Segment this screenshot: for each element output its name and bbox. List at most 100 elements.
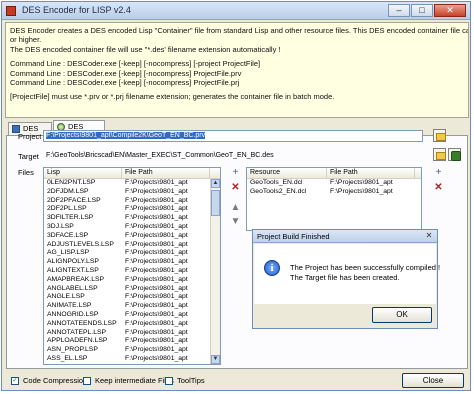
info-line: Command Line : DESCoder.exe [-keep] [-no… xyxy=(10,68,242,78)
file-path-cell: F:\Projects\9801_apt xyxy=(125,337,188,345)
file-name-cell: 3DFACE.LSP xyxy=(47,231,89,239)
info-line: Command Line : DESCoder.exe [-keep] [-no… xyxy=(10,59,261,69)
file-name-cell: ASN_PROP.LSP xyxy=(47,346,98,354)
table-row[interactable]: APPLOADEFN.LSP F:\Projects\9801_apt xyxy=(44,337,220,346)
file-path-cell: F:\Projects\9801_apt xyxy=(122,364,210,365)
table-row[interactable]: ALIGNTEXT.LSP F:\Projects\9801_apt xyxy=(44,267,220,276)
ok-button[interactable]: OK xyxy=(372,307,432,323)
build-icon[interactable] xyxy=(448,148,461,161)
file-name-cell: ANIMATE.LSP xyxy=(47,302,92,310)
scroll-thumb[interactable] xyxy=(211,190,220,216)
table-row[interactable]: ANNOGRID.LSP F:\Projects\9801_apt xyxy=(44,311,220,320)
minimize-button[interactable]: – xyxy=(388,4,410,17)
table-row[interactable]: 0LEN2PNT.LSP F:\Projects\9801_apt xyxy=(44,179,220,188)
file-path-cell: F:\Projects\9801_apt xyxy=(330,179,393,186)
resource-file-list[interactable]: Resource File Path GeoTools_EN.dcl F:\Pro… xyxy=(246,167,422,231)
window-title: DES Encoder for LISP v2.4 xyxy=(22,5,131,15)
table-row[interactable]: GeoTools2_EN.dcl F:\Projects\9801_apt xyxy=(247,188,421,197)
title-bar[interactable]: DES Encoder for LISP v2.4 – □ ✕ xyxy=(2,2,470,20)
file-path-cell: F:\Projects\9801_apt xyxy=(125,187,188,195)
file-name-cell: ALIGNPOLY.LSP xyxy=(47,258,99,266)
project-label: Project xyxy=(18,132,42,141)
file-name-cell: 2DF2PFACE.LSP xyxy=(47,196,101,204)
keep-intermediate-checkbox[interactable] xyxy=(83,377,91,385)
close-button[interactable]: Close xyxy=(402,373,464,388)
move-down-icon[interactable]: ▼ xyxy=(229,216,242,229)
table-row[interactable]: GeoTools_EN.dcl F:\Projects\9801_apt xyxy=(247,179,421,188)
file-path-cell: F:\Projects\9801_apt xyxy=(125,346,188,354)
target-folder-icon[interactable] xyxy=(433,148,446,161)
column-header-file-path[interactable]: File Path xyxy=(327,168,415,178)
file-name-cell: GeoTools_EN.dcl xyxy=(250,179,303,186)
project-field[interactable]: F:\Projects\9801_apt\Compile2K\GeoT_EN_B… xyxy=(43,130,423,142)
scroll-up-icon[interactable]: ▲ xyxy=(211,179,220,188)
table-row[interactable]: AMAPBREAK.LSP F:\Projects\9801_apt xyxy=(44,276,220,285)
file-path-cell: F:\Projects\9801_apt xyxy=(125,179,188,186)
file-name-cell: AMAPBREAK.LSP xyxy=(47,275,105,283)
table-row[interactable]: ALIGNPOLY.LSP F:\Projects\9801_apt xyxy=(44,258,220,267)
remove-resource-icon[interactable]: ✕ xyxy=(432,182,445,195)
file-name-cell: ANGLABEL.LSP xyxy=(47,284,98,292)
column-header-file-path[interactable]: File Path xyxy=(122,168,210,178)
add-resource-icon[interactable]: + xyxy=(432,167,445,180)
table-row[interactable]: ANGLABEL.LSP F:\Projects\9801_apt xyxy=(44,285,220,294)
table-row[interactable]: ASN_PROP.LSP F:\Projects\9801_apt xyxy=(44,346,220,355)
column-header-lisp[interactable]: Lisp xyxy=(44,168,122,178)
file-name-cell: ANNOTATEENDS.LSP xyxy=(47,319,117,327)
dialog-title-bar[interactable]: Project Build Finished ✕ xyxy=(253,230,437,243)
file-path-cell: F:\Projects\9801_apt xyxy=(125,275,188,283)
table-row[interactable]: 3DJ.LSP F:\Projects\9801_apt xyxy=(44,223,220,232)
tooltips-checkbox[interactable] xyxy=(165,377,173,385)
table-row[interactable]: ADJUSTLEVELS.LSP F:\Projects\9801_apt xyxy=(44,241,220,250)
lisp-file-list[interactable]: Lisp File Path 0LEN2PNT.LSP F:\Projects\9… xyxy=(43,167,221,365)
table-row[interactable]: ASS_EN.LSPF:\Projects\9801_apt xyxy=(44,364,220,365)
remove-lisp-icon[interactable]: ✕ xyxy=(229,182,242,195)
target-field: F:\GeoTools\Bricscad\EN\Master_EXEC\ST_C… xyxy=(43,150,423,162)
code-compression-checkbox[interactable]: ✓ xyxy=(11,377,19,385)
file-path-cell: F:\Projects\9801_apt xyxy=(125,205,188,213)
table-row[interactable]: 3DFILTER.LSP F:\Projects\9801_apt xyxy=(44,214,220,223)
file-name-cell: 3DJ.LSP xyxy=(47,222,74,230)
file-path-cell: F:\Projects\9801_apt xyxy=(125,249,188,257)
move-up-icon[interactable]: ▲ xyxy=(229,202,242,215)
dialog-close-icon[interactable]: ✕ xyxy=(424,232,434,241)
maximize-button[interactable]: □ xyxy=(411,4,433,17)
lisp-scrollbar[interactable]: ▲ ▼ xyxy=(210,179,220,364)
table-row[interactable]: ASS_EL.LSP F:\Projects\9801_apt xyxy=(44,355,220,364)
open-project-folder-icon[interactable] xyxy=(433,129,446,142)
table-row[interactable]: ANNOTATEENDS.LSP F:\Projects\9801_apt xyxy=(44,320,220,329)
table-row[interactable]: 2DF2PFACE.LSP F:\Projects\9801_apt xyxy=(44,197,220,206)
file-name-cell: ANGLE.LSP xyxy=(47,293,85,301)
file-name-cell: 2DFJDM.LSP xyxy=(47,187,89,195)
column-header-resource[interactable]: Resource xyxy=(247,168,327,178)
file-path-cell: F:\Projects\9801_apt xyxy=(125,310,188,318)
window-close-button[interactable]: ✕ xyxy=(434,4,466,17)
target-label: Target xyxy=(18,152,39,161)
table-row[interactable]: AG_LISP.LSP F:\Projects\9801_apt xyxy=(44,249,220,258)
file-path-cell: F:\Projects\9801_apt xyxy=(125,319,188,327)
table-row[interactable]: 3DFACE.LSP F:\Projects\9801_apt xyxy=(44,232,220,241)
tooltips-label: ToolTips xyxy=(177,376,205,385)
file-path-cell: F:\Projects\9801_apt xyxy=(125,231,188,239)
resource-rows: GeoTools_EN.dcl F:\Projects\9801_apt GeoTo… xyxy=(247,179,421,197)
keep-intermediate-label: Keep intermediate Files xyxy=(95,376,174,385)
file-path-cell: F:\Projects\9801_apt xyxy=(125,222,188,230)
file-path-cell: F:\Projects\9801_apt xyxy=(125,302,188,310)
table-row[interactable]: 2DF2PL.LSP F:\Projects\9801_apt xyxy=(44,205,220,214)
file-path-cell: F:\Projects\9801_apt xyxy=(330,187,393,195)
file-path-cell: F:\Projects\9801_apt xyxy=(125,266,188,274)
info-line: [ProjectFile] must use *.prv or *.prj fi… xyxy=(10,92,335,102)
table-row[interactable]: 2DFJDM.LSP F:\Projects\9801_apt xyxy=(44,188,220,197)
table-row[interactable]: ANIMATE.LSP F:\Projects\9801_apt xyxy=(44,302,220,311)
info-icon: i xyxy=(264,260,280,276)
file-name-cell: 0LEN2PNT.LSP xyxy=(47,179,96,186)
dialog-message: The Project has been successfully compil… xyxy=(290,263,441,272)
file-path-cell: F:\Projects\9801_apt xyxy=(125,240,188,248)
code-compression-label: Code Compression xyxy=(23,376,88,385)
file-name-cell: ANNOTATEPL.LSP xyxy=(47,328,107,336)
scroll-down-icon[interactable]: ▼ xyxy=(211,355,220,364)
add-lisp-icon[interactable]: + xyxy=(229,167,242,180)
project-path: F:\Projects\9801_apt\Compile2K\GeoT_EN_B… xyxy=(46,132,206,139)
table-row[interactable]: ANGLE.LSP F:\Projects\9801_apt xyxy=(44,293,220,302)
table-row[interactable]: ANNOTATEPL.LSP F:\Projects\9801_apt xyxy=(44,329,220,338)
